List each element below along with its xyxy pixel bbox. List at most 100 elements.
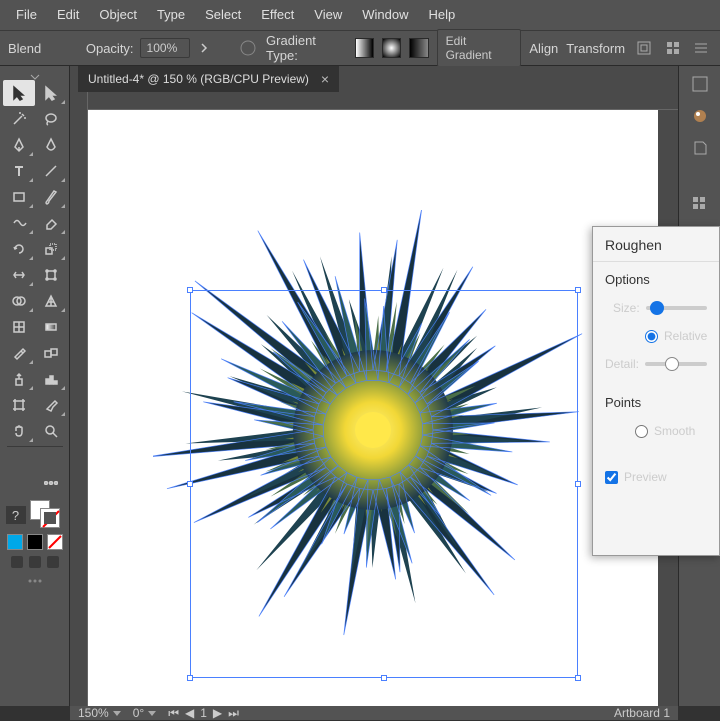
control-bar: Blend Opacity: 100% Gradient Type: Edit … <box>0 30 720 66</box>
stroke-swatch[interactable] <box>40 508 60 528</box>
menu-file[interactable]: File <box>6 0 47 30</box>
swatches-panel-icon[interactable] <box>688 192 712 216</box>
document-area: Untitled-4* @ 150 % (RGB/CPU Preview) × <box>70 66 678 706</box>
line-tool[interactable] <box>35 158 67 184</box>
scale-tool[interactable] <box>35 236 67 262</box>
curvature-tool[interactable] <box>35 132 67 158</box>
first-icon[interactable]: ⏮ <box>168 706 179 721</box>
menu-window[interactable]: Window <box>352 0 418 30</box>
shaper-tool[interactable] <box>3 210 35 236</box>
column-graph-tool[interactable] <box>35 366 67 392</box>
size-label: Size: <box>613 301 640 315</box>
roughen-dialog[interactable]: Roughen Options Size: Relative Detail: P… <box>592 226 720 556</box>
size-slider[interactable] <box>646 306 707 310</box>
paintbrush-tool[interactable] <box>35 184 67 210</box>
menu-type[interactable]: Type <box>147 0 195 30</box>
handle-top-mid[interactable] <box>381 287 387 293</box>
shape-builder-tool[interactable] <box>3 288 35 314</box>
eyedropper-tool[interactable] <box>3 340 35 366</box>
artboard-nav[interactable]: ⏮ ◀ 1 ▶ ⏭ <box>168 706 239 721</box>
slice-tool[interactable] <box>35 392 67 418</box>
handle-top-left[interactable] <box>187 287 193 293</box>
handle-bot-right[interactable] <box>575 675 581 681</box>
color-chip-black[interactable] <box>27 534 43 550</box>
width-tool[interactable] <box>3 262 35 288</box>
draw-normal-icon[interactable] <box>11 556 23 568</box>
direct-selection-tool[interactable] <box>35 80 67 106</box>
menu-effect[interactable]: Effect <box>251 0 304 30</box>
pen-tool[interactable] <box>3 132 35 158</box>
gradient-linear-icon[interactable] <box>355 38 374 58</box>
last-icon[interactable]: ⏭ <box>228 706 239 721</box>
more-options-icon[interactable] <box>691 37 712 59</box>
prev-icon[interactable]: ◀ <box>185 706 194 720</box>
rotate-tool[interactable] <box>3 236 35 262</box>
edit-gradient-button[interactable]: Edit Gradient <box>437 29 522 67</box>
eraser-tool[interactable] <box>35 210 67 236</box>
draw-inside-icon[interactable] <box>47 556 59 568</box>
isolate-icon[interactable] <box>633 37 654 59</box>
menu-select[interactable]: Select <box>195 0 251 30</box>
handle-mid-left[interactable] <box>187 481 193 487</box>
zoom-field[interactable]: 150% <box>78 706 121 720</box>
relative-radio[interactable] <box>645 330 658 343</box>
gradient-tool[interactable] <box>35 314 67 340</box>
align-pixel-icon[interactable] <box>662 37 683 59</box>
color-panel-icon[interactable] <box>688 104 712 128</box>
rectangle-tool[interactable] <box>3 184 35 210</box>
document-tab[interactable]: Untitled-4* @ 150 % (RGB/CPU Preview) × <box>78 66 339 92</box>
artboard-tool[interactable] <box>3 392 35 418</box>
menu-view[interactable]: View <box>304 0 352 30</box>
symbol-sprayer-tool[interactable] <box>3 366 35 392</box>
color-chip-cyan[interactable] <box>7 534 23 550</box>
preview-checkbox[interactable] <box>605 471 618 484</box>
blend-tool[interactable] <box>35 340 67 366</box>
mesh-tool[interactable] <box>3 314 35 340</box>
menu-help[interactable]: Help <box>418 0 465 30</box>
page-number[interactable]: 1 <box>200 706 207 720</box>
ruler-vertical[interactable] <box>70 92 88 706</box>
selection-bounding-box[interactable] <box>190 290 578 678</box>
points-heading: Points <box>605 395 707 410</box>
rotate-field[interactable]: 0° <box>133 706 156 720</box>
preview-label: Preview <box>624 470 667 484</box>
artboard-name[interactable]: Artboard 1 <box>614 706 670 720</box>
close-tab-icon[interactable]: × <box>321 71 329 87</box>
perspective-tool[interactable] <box>35 288 67 314</box>
draw-behind-icon[interactable] <box>29 556 41 568</box>
document-tab-title: Untitled-4* @ 150 % (RGB/CPU Preview) <box>88 72 309 86</box>
ruler-horizontal[interactable] <box>88 92 678 110</box>
detail-slider[interactable] <box>645 362 707 366</box>
handle-mid-right[interactable] <box>575 481 581 487</box>
libraries-panel-icon[interactable] <box>688 136 712 160</box>
screen-mode-icon[interactable] <box>19 576 51 586</box>
status-bar: 150% 0° ⏮ ◀ 1 ▶ ⏭ Artboard 1 <box>70 706 678 720</box>
smooth-radio[interactable] <box>635 425 648 438</box>
next-icon[interactable]: ▶ <box>213 706 222 720</box>
hand-tool[interactable] <box>3 418 35 444</box>
transform-label[interactable]: Transform <box>566 41 625 56</box>
handle-top-right[interactable] <box>575 287 581 293</box>
menu-object[interactable]: Object <box>89 0 147 30</box>
zoom-tool[interactable] <box>35 418 67 444</box>
toolbox-flyout-icon[interactable] <box>29 70 41 78</box>
smooth-label: Smooth <box>654 424 695 438</box>
menu-edit[interactable]: Edit <box>47 0 89 30</box>
align-label[interactable]: Align <box>529 41 558 56</box>
handle-bot-mid[interactable] <box>381 675 387 681</box>
edit-toolbar-icon[interactable] <box>35 470 67 496</box>
lasso-tool[interactable] <box>35 106 67 132</box>
magic-wand-tool[interactable] <box>3 106 35 132</box>
gradient-radial-icon[interactable] <box>382 38 401 58</box>
opacity-field[interactable]: 100% <box>140 38 190 58</box>
chevron-right-icon[interactable] <box>196 40 212 56</box>
color-chip-none[interactable] <box>47 534 63 550</box>
free-transform-tool[interactable] <box>35 262 67 288</box>
handle-bot-left[interactable] <box>187 675 193 681</box>
gradient-freeform-icon[interactable] <box>409 38 428 58</box>
help-icon[interactable]: ? <box>6 506 26 524</box>
properties-panel-icon[interactable] <box>688 72 712 96</box>
recolor-icon[interactable] <box>237 37 258 59</box>
type-tool[interactable] <box>3 158 35 184</box>
selection-tool[interactable] <box>3 80 35 106</box>
